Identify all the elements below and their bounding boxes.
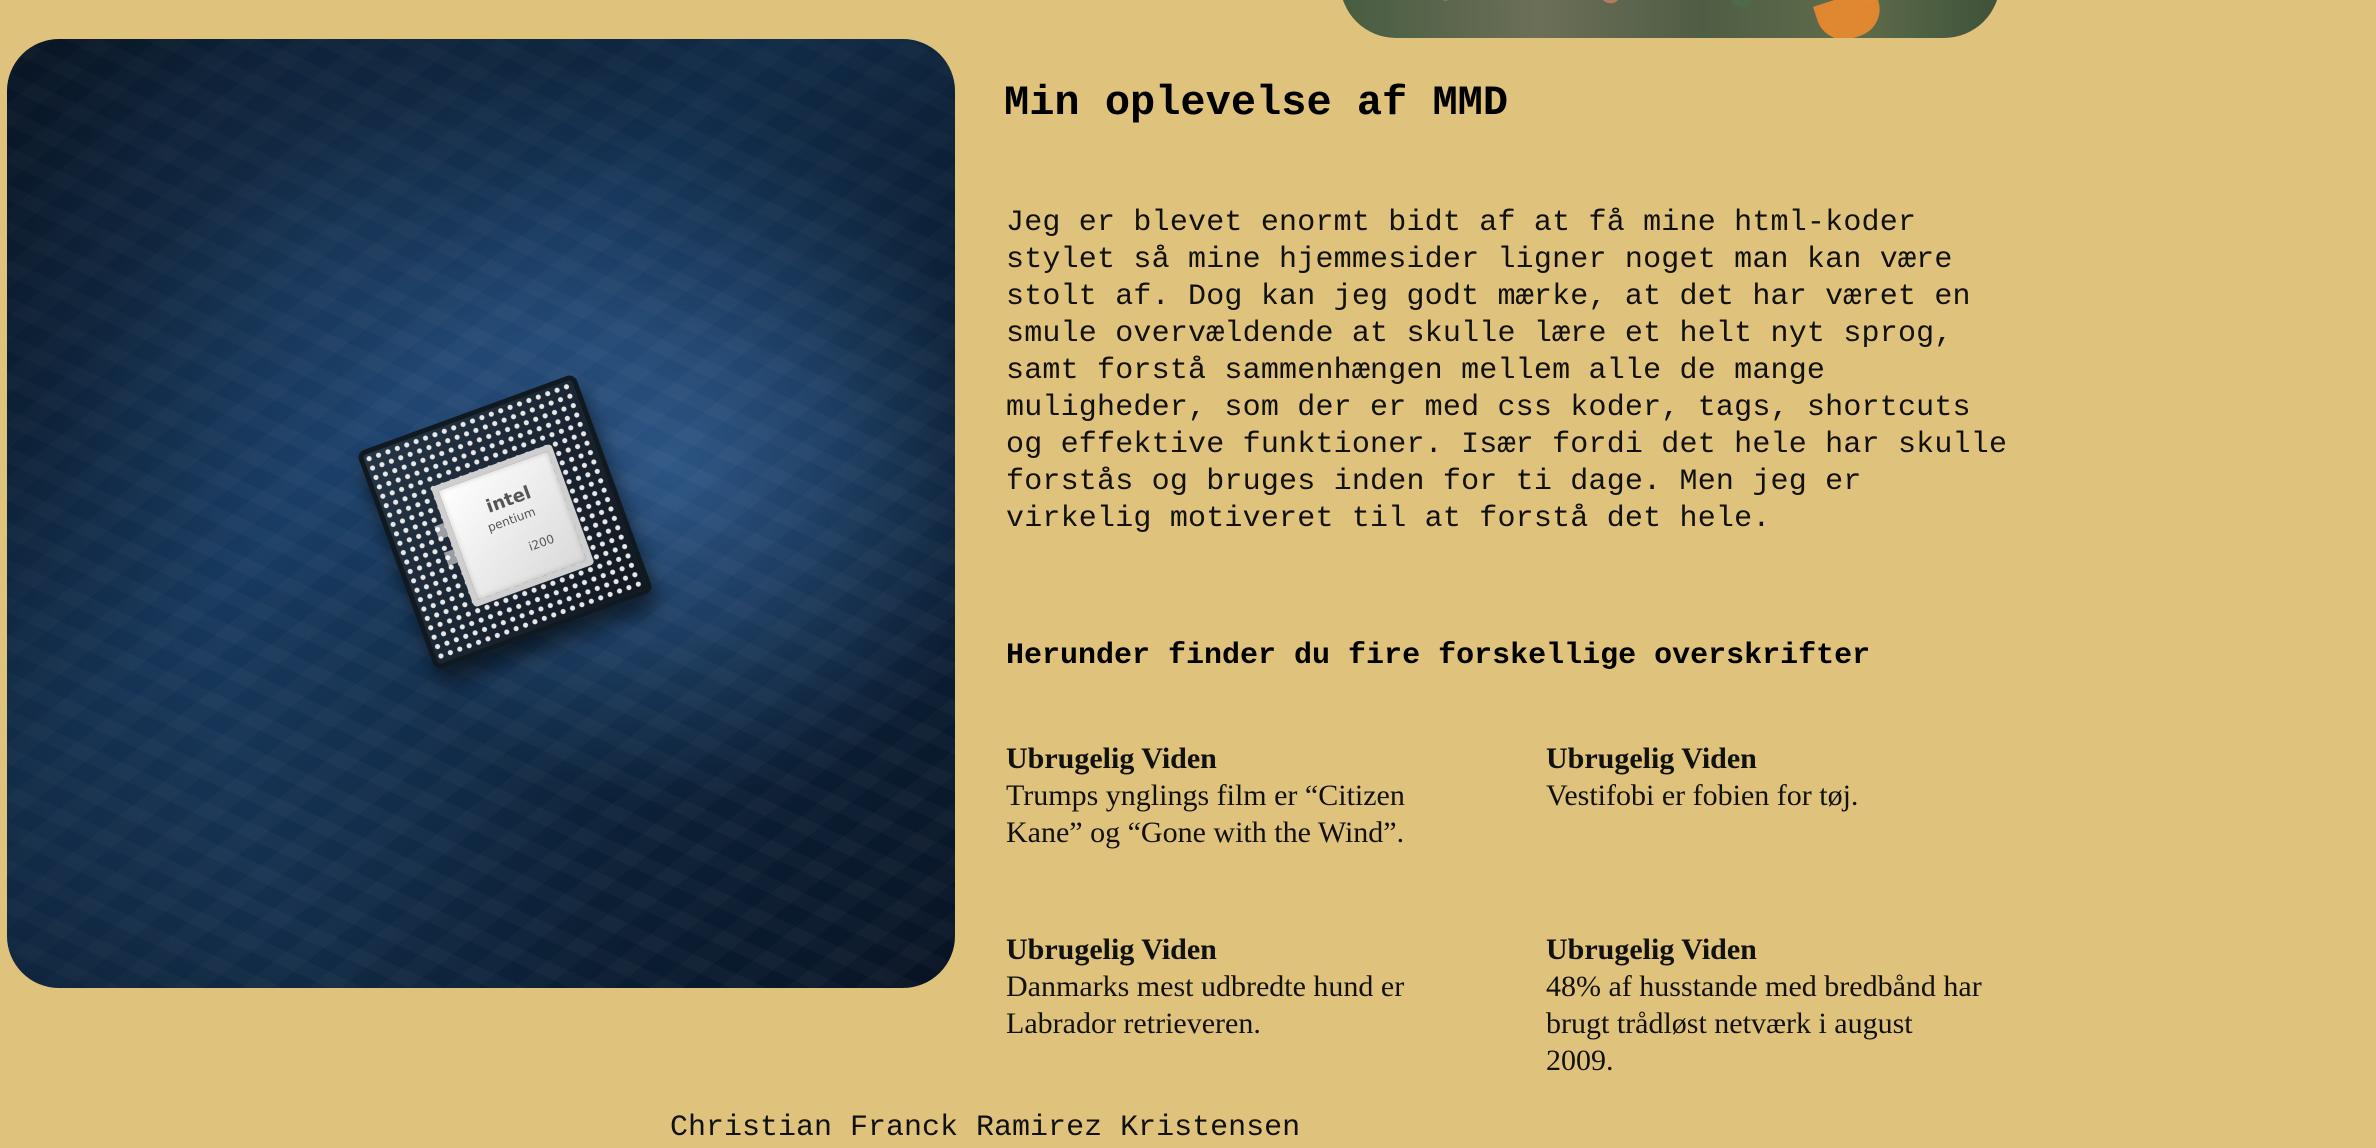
- fact-card: Ubrugelig Viden 48% af husstande med bre…: [1546, 931, 1986, 1079]
- fact-title: Ubrugelig Viden: [1006, 742, 1217, 775]
- cpu-model-mark: i200: [526, 531, 557, 554]
- fact-card: Ubrugelig Viden Trumps ynglings film er …: [1006, 740, 1446, 851]
- intro-paragraph: Jeg er blevet enormt bidt af at få mine …: [1006, 206, 2008, 536]
- fact-text: Vestifobi er fobien for tøj.: [1546, 779, 1859, 812]
- fact-card: Ubrugelig Viden Danmarks mest udbredte h…: [1006, 931, 1446, 1042]
- footer-author: Christian Franck Ramirez Kristensen: [670, 1111, 1301, 1145]
- fact-card: Ubrugelig Viden Vestifobi er fobien for …: [1546, 740, 1986, 814]
- fact-text: Danmarks mest udbredte hund er Labrador …: [1006, 970, 1405, 1040]
- top-cropped-photo: [1340, 0, 2000, 38]
- cpu-photo: intel pentium i200: [7, 39, 955, 988]
- fact-title: Ubrugelig Viden: [1006, 933, 1217, 966]
- orange-photo-detail: [1813, 0, 1887, 38]
- section-heading: Herunder finder du fire forskellige over…: [1006, 639, 1871, 673]
- fact-title: Ubrugelig Viden: [1546, 742, 1757, 775]
- cpu-chip-image: intel pentium i200: [356, 373, 654, 671]
- fact-text: Trumps ynglings film er “Citizen Kane” o…: [1006, 779, 1405, 849]
- fact-title: Ubrugelig Viden: [1546, 933, 1757, 966]
- fact-text: 48% af husstande med bredbånd har brugt …: [1546, 970, 1982, 1077]
- page-title: Min oplevelse af MMD: [1004, 79, 1509, 127]
